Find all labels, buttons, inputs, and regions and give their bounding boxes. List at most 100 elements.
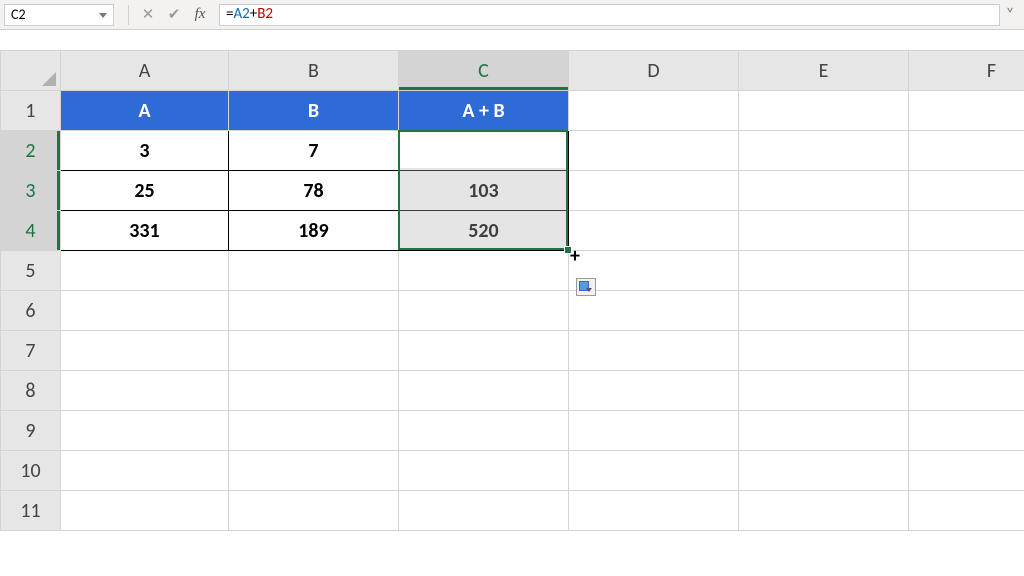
cell-E11[interactable] xyxy=(739,491,909,531)
cell-F2[interactable] xyxy=(909,131,1024,171)
cell-C8[interactable] xyxy=(399,371,569,411)
col-head-B[interactable]: B xyxy=(229,51,399,91)
cell-E8[interactable] xyxy=(739,371,909,411)
cell-E1[interactable] xyxy=(739,91,909,131)
cell-D8[interactable] xyxy=(569,371,739,411)
cell-E10[interactable] xyxy=(739,451,909,491)
enter-icon[interactable]: ✔ xyxy=(161,4,187,26)
cell-E2[interactable] xyxy=(739,131,909,171)
cell-B7[interactable] xyxy=(229,331,399,371)
name-box[interactable]: C2 xyxy=(4,4,114,26)
cell-B10[interactable] xyxy=(229,451,399,491)
cell-A1[interactable]: A xyxy=(61,91,229,131)
row-head-11[interactable]: 11 xyxy=(1,491,61,531)
row-head-2[interactable]: 2 xyxy=(1,131,61,171)
cell-C10[interactable] xyxy=(399,451,569,491)
formula-input[interactable]: =A2+B2 xyxy=(219,4,1000,26)
formula-ref-b: B2 xyxy=(257,5,273,23)
cell-D10[interactable] xyxy=(569,451,739,491)
cell-D7[interactable] xyxy=(569,331,739,371)
cell-F9[interactable] xyxy=(909,411,1024,451)
cell-E4[interactable] xyxy=(739,211,909,251)
cell-C1[interactable]: A + B xyxy=(399,91,569,131)
row-head-4[interactable]: 4 xyxy=(1,211,61,251)
cell-B11[interactable] xyxy=(229,491,399,531)
cell-A5[interactable] xyxy=(61,251,229,291)
row-head-10[interactable]: 10 xyxy=(1,451,61,491)
cell-F4[interactable] xyxy=(909,211,1024,251)
row-9: 9 xyxy=(1,411,1024,451)
cell-C9[interactable] xyxy=(399,411,569,451)
cell-B1[interactable]: B xyxy=(229,91,399,131)
cell-A4[interactable]: 331 xyxy=(61,211,229,251)
row-6: 6 xyxy=(1,291,1024,331)
formula-bar: C2 ✕ ✔ fx =A2+B2 ˅ xyxy=(0,0,1024,30)
column-header-row: A B C D E F xyxy=(1,51,1024,91)
row-head-5[interactable]: 5 xyxy=(1,251,61,291)
cell-D11[interactable] xyxy=(569,491,739,531)
row-head-1[interactable]: 1 xyxy=(1,91,61,131)
row-5: 5 xyxy=(1,251,1024,291)
row-head-3[interactable]: 3 xyxy=(1,171,61,211)
select-all-corner[interactable] xyxy=(1,51,61,91)
row-10: 10 xyxy=(1,451,1024,491)
cell-D9[interactable] xyxy=(569,411,739,451)
cell-F6[interactable] xyxy=(909,291,1024,331)
cell-A3[interactable]: 25 xyxy=(61,171,229,211)
col-head-D[interactable]: D xyxy=(569,51,739,91)
cell-A6[interactable] xyxy=(61,291,229,331)
cell-F7[interactable] xyxy=(909,331,1024,371)
cell-A2[interactable]: 3 xyxy=(61,131,229,171)
cell-D5[interactable] xyxy=(569,251,739,291)
cell-D4[interactable] xyxy=(569,211,739,251)
cell-B3[interactable]: 78 xyxy=(229,171,399,211)
cell-C4[interactable]: 520 xyxy=(399,211,569,251)
cell-C7[interactable] xyxy=(399,331,569,371)
cell-A9[interactable] xyxy=(61,411,229,451)
row-head-6[interactable]: 6 xyxy=(1,291,61,331)
cell-F5[interactable] xyxy=(909,251,1024,291)
col-head-E[interactable]: E xyxy=(739,51,909,91)
row-head-9[interactable]: 9 xyxy=(1,411,61,451)
row-3: 3 25 78 103 xyxy=(1,171,1024,211)
cell-E3[interactable] xyxy=(739,171,909,211)
cell-B8[interactable] xyxy=(229,371,399,411)
row-head-7[interactable]: 7 xyxy=(1,331,61,371)
cell-A8[interactable] xyxy=(61,371,229,411)
cell-D3[interactable] xyxy=(569,171,739,211)
formula-ref-a: A2 xyxy=(233,5,249,23)
cell-E5[interactable] xyxy=(739,251,909,291)
row-head-8[interactable]: 8 xyxy=(1,371,61,411)
cell-D6[interactable] xyxy=(569,291,739,331)
fx-icon[interactable]: fx xyxy=(187,4,213,26)
cell-E7[interactable] xyxy=(739,331,909,371)
cancel-icon[interactable]: ✕ xyxy=(135,4,161,26)
cell-A7[interactable] xyxy=(61,331,229,371)
cell-C11[interactable] xyxy=(399,491,569,531)
cell-E9[interactable] xyxy=(739,411,909,451)
cell-C2[interactable]: 10 xyxy=(399,131,569,171)
cell-C5[interactable] xyxy=(399,251,569,291)
cell-F3[interactable] xyxy=(909,171,1024,211)
cell-B6[interactable] xyxy=(229,291,399,331)
col-head-C[interactable]: C xyxy=(399,51,569,91)
cell-D1[interactable] xyxy=(569,91,739,131)
col-head-F[interactable]: F xyxy=(909,51,1024,91)
cell-F1[interactable] xyxy=(909,91,1024,131)
cell-C6[interactable] xyxy=(399,291,569,331)
cell-F11[interactable] xyxy=(909,491,1024,531)
cell-A11[interactable] xyxy=(61,491,229,531)
cell-B4[interactable]: 189 xyxy=(229,211,399,251)
cell-D2[interactable] xyxy=(569,131,739,171)
cell-F10[interactable] xyxy=(909,451,1024,491)
cell-F8[interactable] xyxy=(909,371,1024,411)
cell-B2[interactable]: 7 xyxy=(229,131,399,171)
row-2: 2 3 7 10 xyxy=(1,131,1024,171)
cell-C3[interactable]: 103 xyxy=(399,171,569,211)
cell-E6[interactable] xyxy=(739,291,909,331)
cell-B5[interactable] xyxy=(229,251,399,291)
cell-A10[interactable] xyxy=(61,451,229,491)
col-head-A[interactable]: A xyxy=(61,51,229,91)
expand-formula-bar-icon[interactable]: ˅ xyxy=(1000,4,1020,26)
cell-B9[interactable] xyxy=(229,411,399,451)
